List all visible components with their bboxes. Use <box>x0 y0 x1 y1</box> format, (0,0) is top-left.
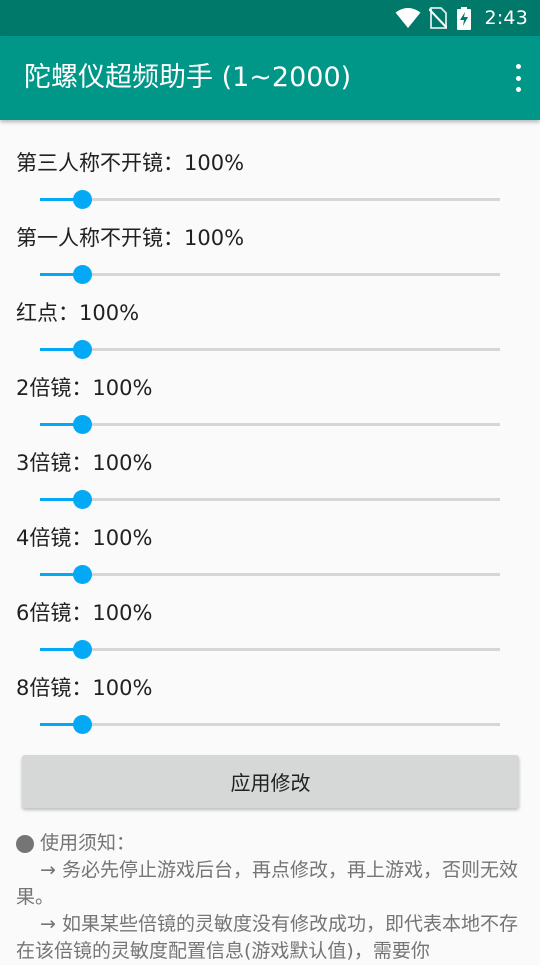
setting-label: 第三人称不开镜：100% <box>16 151 245 175</box>
apply-changes-button[interactable]: 应用修改 <box>22 755 519 808</box>
setting-third-person: 第三人称不开镜：100% <box>0 120 540 209</box>
setting-4x-scope: 4倍镜：100% <box>0 495 540 584</box>
app-bar: 陀螺仪超频助手 (1~2000) <box>0 36 540 120</box>
wifi-icon <box>395 7 421 29</box>
status-time: 2:43 <box>484 7 528 29</box>
app-title: 陀螺仪超频助手 (1~2000) <box>24 62 352 93</box>
battery-charging-icon <box>456 6 471 30</box>
overflow-menu-icon[interactable] <box>510 62 526 94</box>
status-icons: 2:43 <box>395 0 528 36</box>
note-line: → 务必先停止游戏后台，再点修改，再上游戏，否则无效果。 <box>16 859 518 908</box>
setting-red-dot: 红点：100% <box>0 270 540 359</box>
slider-thumb[interactable] <box>72 715 92 734</box>
setting-label: 红点：100% <box>16 301 140 325</box>
note-line: → 如果某些倍镜的灵敏度没有修改成功，即代表本地不存在该倍镜的灵敏度配置信息(游… <box>16 913 518 962</box>
setting-3x-scope: 3倍镜：100% <box>0 420 540 509</box>
notes-heading: 使用须知： <box>16 830 526 857</box>
menu-dot <box>515 75 521 81</box>
setting-8x-scope: 8倍镜：100% <box>0 645 540 734</box>
menu-dot <box>515 64 521 69</box>
setting-label: 2倍镜：100% <box>16 376 153 400</box>
setting-label: 3倍镜：100% <box>16 451 153 475</box>
setting-label: 4倍镜：100% <box>16 526 153 550</box>
setting-first-person: 第一人称不开镜：100% <box>0 195 540 284</box>
setting-label: 第一人称不开镜：100% <box>16 226 245 250</box>
menu-dot <box>515 87 521 92</box>
status-bar: 2:43 <box>0 0 540 36</box>
slider-track <box>40 723 500 726</box>
sensitivity-slider[interactable] <box>40 713 500 737</box>
no-sim-icon <box>428 7 447 29</box>
setting-2x-scope: 2倍镜：100% <box>0 345 540 434</box>
notes-heading-text: 使用须知： <box>40 832 136 854</box>
setting-6x-scope: 6倍镜：100% <box>0 570 540 659</box>
setting-label: 6倍镜：100% <box>16 601 153 625</box>
usage-notes: 使用须知： → 务必先停止游戏后台，再点修改，再上游戏，否则无效果。 → 如果某… <box>16 830 526 965</box>
setting-label: 8倍镜：100% <box>16 676 153 700</box>
bullet-icon <box>16 834 34 853</box>
